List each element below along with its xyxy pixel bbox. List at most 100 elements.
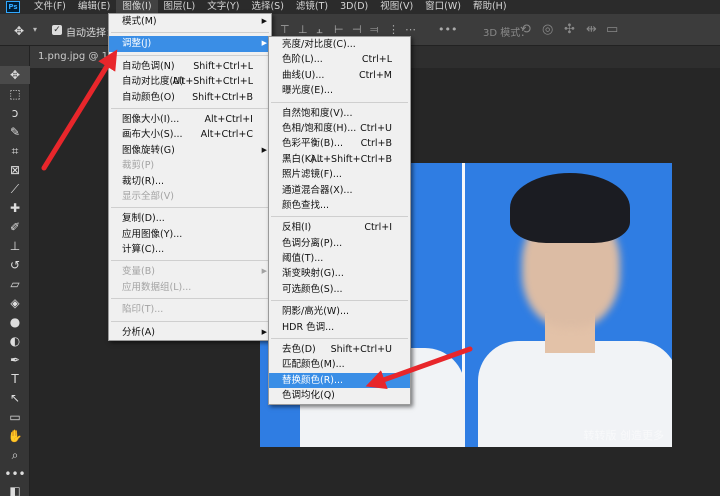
- paint-bucket-tool-icon[interactable]: ◈: [0, 294, 30, 312]
- quick-select-tool-icon[interactable]: ✎: [0, 123, 30, 141]
- move-tool[interactable]: ✥: [0, 66, 30, 84]
- rectangle-tool-icon[interactable]: ▭: [0, 408, 30, 426]
- image-menu-item-3[interactable]: 自动对比度(U) Alt+Shift+Ctrl+L: [109, 74, 271, 89]
- tools-panel: ✥ ⬚ ↄ ✎ ⌗ ⊠ ⟋ ✚ ✐ ⊥ ↺ ▱ ◈ ● ◐ ✒ T ↖ ▭ ✋ …: [0, 46, 30, 496]
- more-tools-icon[interactable]: •••: [0, 465, 30, 483]
- image-menu-item-2[interactable]: 自动色调(N) Shift+Ctrl+L: [109, 59, 271, 74]
- menu-item-label: 渐变映射(G)...: [282, 268, 344, 280]
- image-menu-item-15[interactable]: 应用数据组(L)...: [109, 280, 271, 295]
- menu-select[interactable]: 选择(S): [245, 0, 289, 14]
- image-menu-item-0[interactable]: 模式(M) ▶: [109, 14, 271, 29]
- adjust-menu-item-14[interactable]: 渐变映射(G)...: [269, 266, 410, 281]
- image-menu-item-14[interactable]: 变量(B) ▶: [109, 264, 271, 279]
- adjust-menu-item-16[interactable]: 阴影/高光(W)...: [269, 304, 410, 319]
- menu-layer[interactable]: 图层(L): [158, 0, 202, 14]
- menu-item-shortcut: Ctrl+U: [360, 122, 392, 134]
- image-menu-item-4[interactable]: 自动颜色(O) Shift+Ctrl+B: [109, 90, 271, 105]
- image-menu-item-8[interactable]: 裁剪(P): [109, 158, 271, 173]
- 3d-roll-icon[interactable]: ◎: [542, 22, 553, 37]
- adjust-menu-item-3[interactable]: 曝光度(E)...: [269, 83, 410, 98]
- align-vcenter-icon[interactable]: ⊥: [298, 23, 308, 36]
- menu-3d[interactable]: 3D(D): [334, 0, 374, 14]
- zoom-tool-icon[interactable]: ⌕: [0, 446, 30, 464]
- distribute-horizontal-icon[interactable]: ⋯: [405, 23, 416, 36]
- adjust-menu-item-15[interactable]: 可选颜色(S)...: [269, 282, 410, 297]
- image-menu-item-16[interactable]: 陷印(T)...: [109, 302, 271, 317]
- foreground-color-icon[interactable]: ◧: [0, 482, 30, 496]
- adjust-menu-item-11[interactable]: 反相(I) Ctrl+I: [269, 220, 410, 235]
- align-bottom-icon[interactable]: ⫠: [316, 23, 323, 37]
- adjust-menu-item-20[interactable]: 替换颜色(R)...: [269, 372, 410, 389]
- menu-window[interactable]: 窗口(W): [419, 0, 467, 14]
- history-brush-tool-icon[interactable]: ↺: [0, 256, 30, 274]
- auto-select-checkbox[interactable]: ✓: [52, 25, 62, 35]
- image-menu-item-12[interactable]: 应用图像(Y)...: [109, 227, 271, 242]
- crop-tool-icon[interactable]: ⌗: [0, 142, 30, 160]
- adjust-menu-item-17[interactable]: HDR 色调...: [269, 320, 410, 335]
- chevron-down-icon[interactable]: ▾: [33, 25, 37, 34]
- 3d-pan-icon[interactable]: ✣: [564, 22, 575, 37]
- adjust-menu-item-9[interactable]: 通道混合器(X)...: [269, 183, 410, 198]
- menu-item-label: 亮度/对比度(C)...: [282, 39, 356, 50]
- adjust-menu-item-4[interactable]: 自然饱和度(V)...: [269, 106, 410, 121]
- adjust-menu-item-1[interactable]: 色阶(L)... Ctrl+L: [269, 52, 410, 67]
- adjust-menu-item-6[interactable]: 色彩平衡(B)... Ctrl+B: [269, 136, 410, 151]
- adjust-menu-item-8[interactable]: 照片滤镜(F)...: [269, 167, 410, 182]
- align-hcenter-icon[interactable]: ⊣: [352, 23, 362, 36]
- menu-view[interactable]: 视图(V): [374, 0, 419, 14]
- menu-help[interactable]: 帮助(H): [467, 0, 513, 14]
- image-menu-item-6[interactable]: 画布大小(S)... Alt+Ctrl+C: [109, 127, 271, 142]
- image-menu-item-10[interactable]: 显示全部(V): [109, 189, 271, 204]
- image-menu-item-1[interactable]: 调整(J) ▶: [109, 36, 271, 52]
- eyedropper-tool-icon[interactable]: ⟋: [0, 180, 30, 198]
- menu-item-label: 应用数据组(L)...: [122, 281, 192, 293]
- adjust-menu-item-10[interactable]: 颜色查找...: [269, 198, 410, 213]
- image-menu-item-5[interactable]: 图像大小(I)... Alt+Ctrl+I: [109, 112, 271, 127]
- align-right-icon[interactable]: ⫤: [370, 23, 378, 37]
- align-left-icon[interactable]: ⊢: [334, 23, 344, 36]
- align-top-icon[interactable]: ⊤: [280, 23, 290, 36]
- 3d-slide-icon[interactable]: ⇹: [586, 22, 597, 37]
- frame-tool-icon[interactable]: ⊠: [0, 161, 30, 179]
- hand-tool-icon[interactable]: ✋: [0, 427, 30, 445]
- marquee-tool-icon[interactable]: ⬚: [0, 85, 30, 103]
- image-menu-item-9[interactable]: 裁切(R)...: [109, 174, 271, 189]
- image-menu-item-13[interactable]: 计算(C)...: [109, 242, 271, 257]
- adjust-menu-item-21[interactable]: 色调均化(Q): [269, 388, 410, 403]
- menu-edit[interactable]: 编辑(E): [72, 0, 116, 14]
- brush-tool-icon[interactable]: ✐: [0, 218, 30, 236]
- stamp-tool-icon[interactable]: ⊥: [0, 237, 30, 255]
- 3d-camera-icon[interactable]: ▭: [606, 22, 618, 37]
- menu-filter[interactable]: 滤镜(T): [290, 0, 334, 14]
- adjust-menu-item-7[interactable]: 黑白(K)... Alt+Shift+Ctrl+B: [269, 152, 410, 167]
- adjust-menu-item-12[interactable]: 色调分离(P)...: [269, 236, 410, 251]
- move-tool-icon[interactable]: ✥: [14, 24, 24, 38]
- adjust-menu-item-13[interactable]: 阈值(T)...: [269, 251, 410, 266]
- menu-separator: [271, 101, 408, 103]
- dodge-tool-icon[interactable]: ◐: [0, 332, 30, 350]
- adjust-menu-item-18[interactable]: 去色(D) Shift+Ctrl+U: [269, 342, 410, 357]
- healing-brush-tool-icon[interactable]: ✚: [0, 199, 30, 217]
- blur-tool-icon[interactable]: ●: [0, 313, 30, 331]
- image-menu-item-7[interactable]: 图像旋转(G) ▶: [109, 143, 271, 158]
- more-options-icon[interactable]: •••: [438, 23, 457, 36]
- adjust-menu-item-2[interactable]: 曲线(U)... Ctrl+M: [269, 68, 410, 83]
- eraser-tool-icon[interactable]: ▱: [0, 275, 30, 293]
- path-select-tool-icon[interactable]: ↖: [0, 389, 30, 407]
- menu-item-shortcut: Shift+Ctrl+B: [192, 91, 253, 103]
- menu-file[interactable]: 文件(F): [28, 0, 72, 14]
- adjust-menu-item-0[interactable]: 亮度/对比度(C)...: [269, 37, 410, 52]
- lasso-tool-icon[interactable]: ↄ: [0, 104, 30, 122]
- menu-bar: Ps 文件(F) 编辑(E) 图像(I) 图层(L) 文字(Y) 选择(S) 滤…: [0, 0, 720, 14]
- menu-image[interactable]: 图像(I): [116, 0, 158, 14]
- pen-tool-icon[interactable]: ✒: [0, 351, 30, 369]
- image-menu-item-17[interactable]: 分析(A) ▶: [109, 325, 271, 340]
- menu-type[interactable]: 文字(Y): [201, 0, 245, 14]
- adjust-menu-item-5[interactable]: 色相/饱和度(H)... Ctrl+U: [269, 121, 410, 136]
- type-tool-icon[interactable]: T: [0, 370, 30, 388]
- image-menu-item-11[interactable]: 复制(D)...: [109, 211, 271, 226]
- distribute-icon[interactable]: ⋮: [388, 23, 399, 36]
- adjust-menu-item-19[interactable]: 匹配颜色(M)...: [269, 357, 410, 372]
- 3d-rotate-icon[interactable]: ⟲: [520, 22, 531, 37]
- menu-separator: [111, 54, 269, 56]
